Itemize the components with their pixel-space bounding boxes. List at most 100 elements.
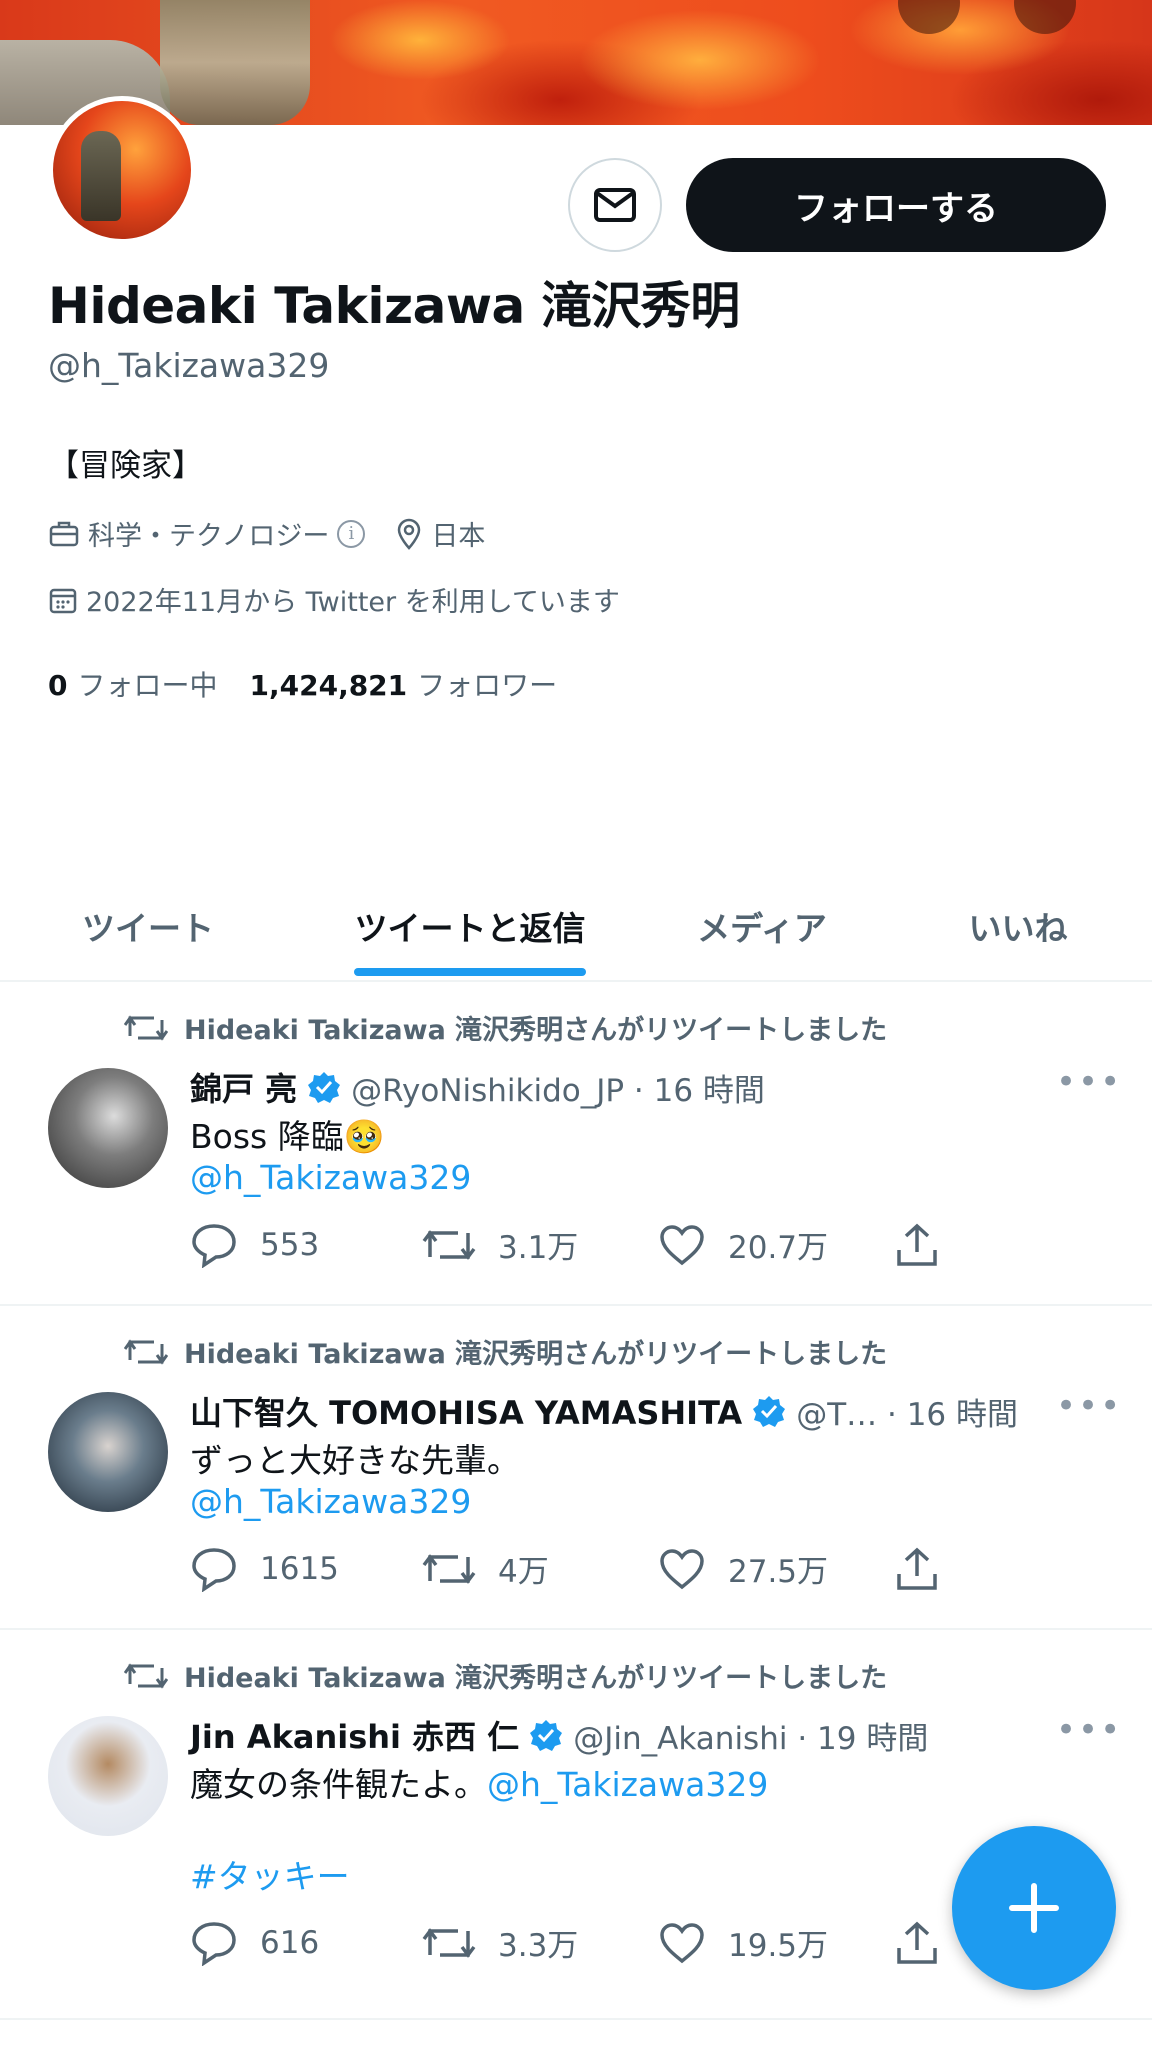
like-button[interactable]: 19.5万 <box>658 1920 828 1965</box>
retweet-icon <box>422 1927 476 1958</box>
profile-joined: 2022年11月から Twitter を利用しています <box>48 580 620 619</box>
retweet-note: Hideaki Takizawa 滝沢秀明さんがリツイートしました <box>124 1656 887 1695</box>
banner-back-button[interactable] <box>898 0 960 34</box>
reply-button[interactable]: 553 <box>190 1222 319 1268</box>
tweet-mention-link[interactable]: @h_Takizawa329 <box>487 1765 768 1804</box>
tweet-avatar[interactable] <box>48 1068 168 1188</box>
profile-joined-label: 2022年11月から Twitter を利用しています <box>86 587 620 618</box>
like-count: 27.5万 <box>728 1554 829 1590</box>
followers-label: フォロワー <box>417 669 558 702</box>
tab-likes[interactable]: いいね <box>870 870 1152 982</box>
calendar-icon <box>49 588 77 613</box>
reply-icon <box>192 1548 236 1592</box>
tweet-more-icon[interactable]: ••• <box>1056 1386 1122 1426</box>
follow-button[interactable]: フォローする <box>686 158 1106 252</box>
tweet-more-icon[interactable]: ••• <box>1056 1062 1122 1102</box>
tweet-item[interactable]: Hideaki Takizawa 滝沢秀明さんがリツイートしました 山下智久 T… <box>0 1306 1152 1630</box>
tweet-header: 錦戸 亮 @RyoNishikido_JP · 16 時間 <box>190 1064 765 1110</box>
profile-category: 科学・テクノロジー i <box>48 514 366 553</box>
like-button[interactable]: 27.5万 <box>658 1546 828 1591</box>
share-icon <box>897 1223 937 1266</box>
banner-more-button[interactable] <box>1014 0 1076 34</box>
compose-tweet-button[interactable] <box>952 1826 1116 1990</box>
active-tab-indicator <box>354 968 586 976</box>
share-icon <box>897 1547 937 1590</box>
tweet-handle-time: @Jin_Akanishi · 19 時間 <box>573 1720 929 1757</box>
tab-tweets-and-replies[interactable]: ツイートと返信 <box>322 870 618 982</box>
retweet-icon <box>422 1229 476 1260</box>
verified-badge-icon <box>530 1720 563 1751</box>
tweet-header: 山下智久 TOMOHISA YAMASHITA @T… · 16 時間 <box>190 1388 1018 1434</box>
profile-meta-row: 科学・テクノロジー i 日本 <box>48 514 515 553</box>
tweet-avatar[interactable] <box>48 1716 168 1836</box>
heart-icon <box>660 1922 704 1963</box>
verified-badge-icon <box>753 1396 786 1427</box>
retweet-count: 3.1万 <box>498 1230 579 1266</box>
reply-button[interactable]: 616 <box>190 1920 319 1966</box>
share-button[interactable] <box>894 1546 962 1592</box>
retweet-note: Hideaki Takizawa 滝沢秀明さんがリツイートしました <box>124 1332 887 1371</box>
like-count: 20.7万 <box>728 1230 829 1266</box>
following-stat[interactable]: 0 フォロー中 <box>48 664 218 704</box>
tweet-avatar[interactable] <box>48 1392 168 1512</box>
reply-count: 616 <box>260 1925 320 1961</box>
tweet-text: ずっと大好きな先輩。 <box>190 1441 520 1480</box>
profile-avatar[interactable] <box>48 96 196 244</box>
profile-bio: 【冒険家】 <box>48 448 203 484</box>
tweet-handle-time: @T… · 16 時間 <box>796 1396 1019 1433</box>
tweet-text: 魔女の条件観たよ。 <box>190 1765 487 1804</box>
heart-icon <box>660 1224 704 1265</box>
retweet-icon <box>124 1338 168 1365</box>
retweet-count: 4万 <box>498 1554 549 1590</box>
retweet-note-text: Hideaki Takizawa 滝沢秀明さんがリツイートしました <box>184 1663 888 1694</box>
tweet-author-name[interactable]: 山下智久 TOMOHISA YAMASHITA <box>190 1388 742 1434</box>
reply-count: 1615 <box>260 1551 339 1587</box>
followers-count: 1,424,821 <box>249 669 408 702</box>
retweet-button[interactable]: 3.3万 <box>422 1920 578 1965</box>
info-icon[interactable]: i <box>337 519 366 548</box>
tweet-item[interactable]: Hideaki Takizawa 滝沢秀明さんがリツイートしました 錦戸 亮 @… <box>0 982 1152 1306</box>
tweet-author-name[interactable]: Jin Akanishi 赤西 仁 <box>190 1712 519 1758</box>
tweet-mention-link[interactable]: @h_Takizawa329 <box>190 1482 471 1521</box>
share-button[interactable] <box>894 1920 962 1966</box>
retweet-icon <box>124 1014 168 1041</box>
retweet-button[interactable]: 3.1万 <box>422 1222 578 1267</box>
retweet-note-text: Hideaki Takizawa 滝沢秀明さんがリツイートしました <box>184 1339 888 1370</box>
tweet-text: Boss 降臨🥹 <box>190 1117 385 1156</box>
tab-tweets[interactable]: ツイート <box>0 870 296 982</box>
tweet-more-icon[interactable]: ••• <box>1056 1710 1122 1750</box>
profile-tabs: ツイート ツイートと返信 メディア いいね <box>0 870 1152 982</box>
retweet-note: Hideaki Takizawa 滝沢秀明さんがリツイートしました <box>124 1008 887 1047</box>
briefcase-icon <box>49 521 79 546</box>
like-count: 19.5万 <box>728 1928 829 1964</box>
banner-figure-shape <box>160 0 310 125</box>
verified-badge-icon <box>308 1072 341 1103</box>
reply-count: 553 <box>260 1227 320 1263</box>
heart-icon <box>660 1548 704 1589</box>
profile-handle: @h_Takizawa329 <box>48 346 330 385</box>
share-icon <box>897 1921 937 1964</box>
retweet-icon <box>124 1662 168 1689</box>
retweet-note-text: Hideaki Takizawa 滝沢秀明さんがリツイートしました <box>184 1015 888 1046</box>
tweet-text-line: 魔女の条件観たよ。@h_Takizawa329 <box>190 1758 768 1806</box>
retweet-count: 3.3万 <box>498 1928 579 1964</box>
followers-stat[interactable]: 1,424,821 フォロワー <box>250 664 558 704</box>
tweet-mention-link[interactable]: @h_Takizawa329 <box>190 1158 471 1197</box>
retweet-icon <box>422 1553 476 1584</box>
profile-location-label: 日本 <box>431 521 486 552</box>
tweet-actions: 553 3.1万 20.7万 <box>190 1222 950 1272</box>
profile-banner[interactable] <box>0 0 1152 125</box>
tab-media[interactable]: メディア <box>614 870 910 982</box>
following-label: フォロー中 <box>77 669 218 702</box>
tweet-header: Jin Akanishi 赤西 仁 @Jin_Akanishi · 19 時間 <box>190 1712 928 1758</box>
tweet-hashtag-link[interactable]: #タッキー <box>190 1850 350 1898</box>
tweet-author-name[interactable]: 錦戸 亮 <box>190 1064 297 1110</box>
profile-location: 日本 <box>395 514 485 553</box>
like-button[interactable]: 20.7万 <box>658 1222 828 1267</box>
location-pin-icon <box>398 518 421 550</box>
reply-icon <box>192 1922 236 1966</box>
reply-button[interactable]: 1615 <box>190 1546 339 1592</box>
share-button[interactable] <box>894 1222 962 1268</box>
retweet-button[interactable]: 4万 <box>422 1546 549 1591</box>
message-button[interactable] <box>568 158 662 252</box>
